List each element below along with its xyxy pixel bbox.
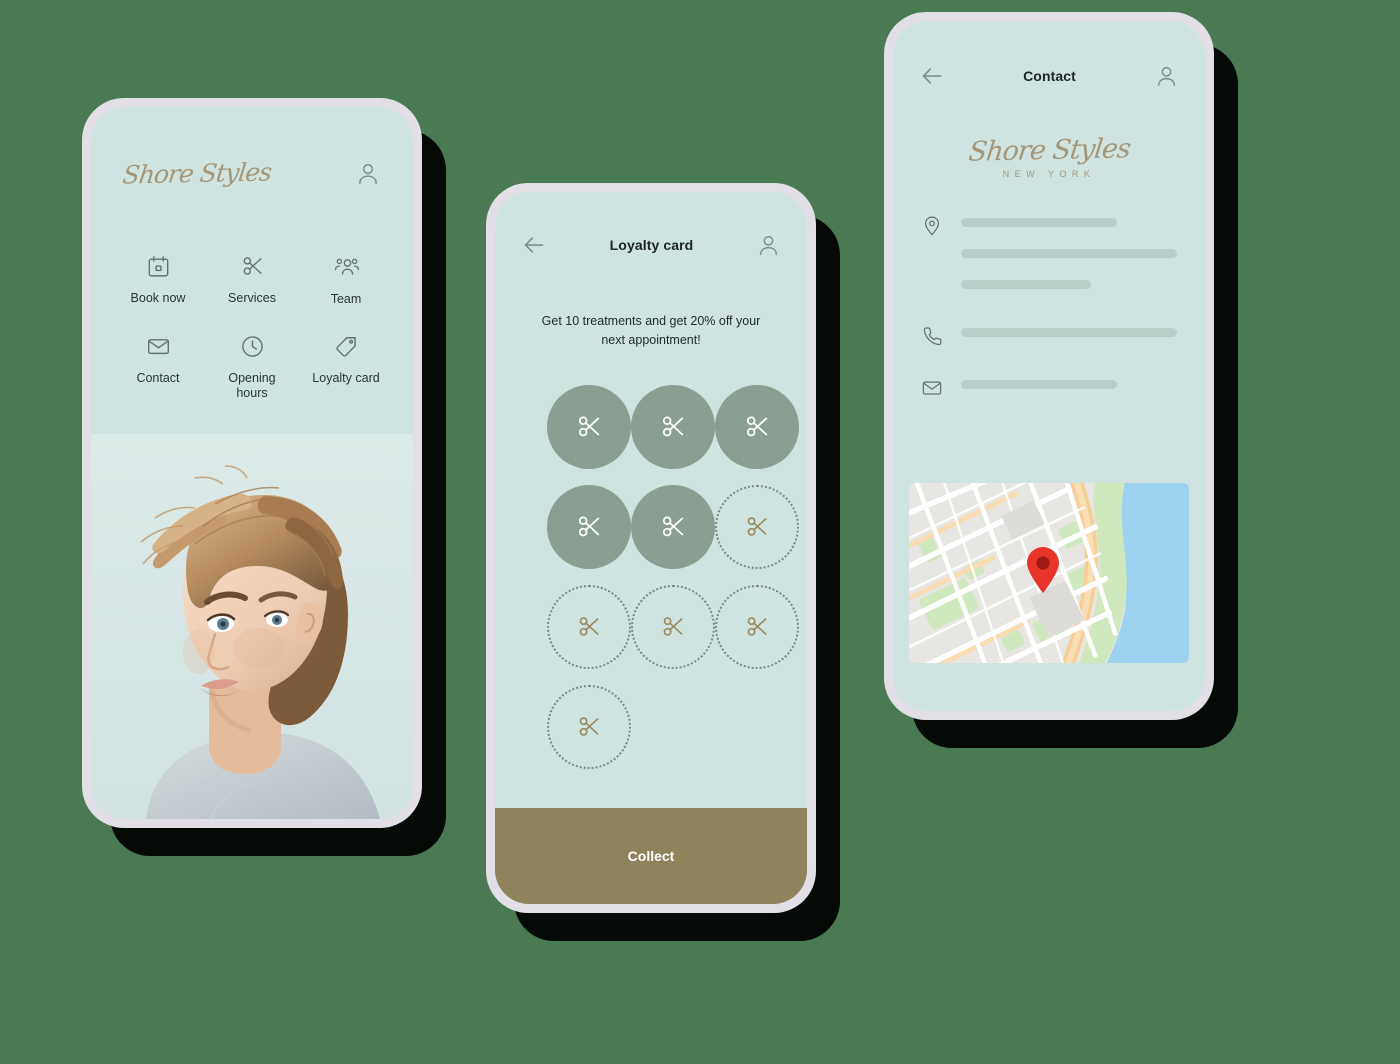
stamp-filled[interactable]	[547, 384, 631, 469]
home-menu-grid: Book now Services Team Contact Opening h…	[91, 188, 413, 402]
back-arrow-icon[interactable]	[919, 63, 945, 89]
location-pin-icon	[921, 213, 943, 289]
stamp-filled[interactable]	[547, 484, 631, 569]
menu-item-team[interactable]: Team	[299, 254, 393, 308]
brand-logo: Shore Styles	[966, 133, 1132, 168]
stamp-filled[interactable]	[631, 484, 715, 569]
phone-loyalty: Loyalty card Get 10 treatments and get 2…	[486, 183, 816, 913]
placeholder-line	[961, 280, 1091, 289]
menu-label: Contact	[136, 370, 180, 385]
home-screen: Shore Styles Book now Services Team Cont…	[91, 107, 413, 819]
menu-item-contact[interactable]: Contact	[111, 334, 205, 402]
user-icon[interactable]	[756, 233, 781, 258]
contact-brand-block: Shore Styles NEW YORK	[893, 107, 1205, 179]
promo-text: Get 10 treatments and get 20% off your n…	[541, 314, 761, 347]
menu-item-services[interactable]: Services	[205, 254, 299, 308]
contact-info-block	[893, 179, 1205, 399]
stamp-empty[interactable]	[715, 584, 799, 669]
menu-item-loyalty-card[interactable]: Loyalty card	[299, 334, 393, 402]
stamp-empty[interactable]	[547, 584, 631, 669]
placeholder-line	[961, 380, 1117, 389]
mockup-stage: Shore Styles Book now Services Team Cont…	[0, 0, 1400, 1064]
loyalty-app-bar: Loyalty card	[495, 214, 807, 276]
home-header: Shore Styles	[91, 107, 413, 190]
placeholder-line	[961, 249, 1177, 258]
stamp-empty[interactable]	[631, 584, 715, 669]
menu-label: Loyalty card	[312, 370, 380, 385]
address-placeholder-lines	[961, 213, 1177, 289]
user-icon[interactable]	[355, 161, 381, 187]
contact-row-phone	[921, 323, 1177, 347]
menu-label: Opening hours	[228, 370, 276, 401]
menu-item-opening-hours[interactable]: Opening hours	[205, 334, 299, 402]
contact-app-bar: Contact	[893, 45, 1205, 107]
phone-placeholder-lines	[961, 323, 1177, 347]
contact-row-address	[921, 213, 1177, 289]
back-arrow-icon[interactable]	[521, 232, 547, 258]
menu-item-book-now[interactable]: Book now	[111, 254, 205, 308]
contact-row-email	[921, 375, 1177, 399]
placeholder-line	[961, 328, 1177, 337]
clock-icon	[240, 334, 265, 359]
map-illustration	[909, 483, 1189, 663]
menu-label: Team	[330, 292, 362, 306]
stamp-grid	[495, 350, 807, 769]
envelope-icon	[146, 334, 171, 359]
page-title: Contact	[1023, 68, 1076, 84]
collect-button[interactable]: Collect	[495, 808, 807, 904]
stamp-filled[interactable]	[631, 384, 715, 469]
phone-contact: Contact Shore Styles NEW YORK	[884, 12, 1214, 720]
phone-home: Shore Styles Book now Services Team Cont…	[82, 98, 422, 828]
loyalty-screen: Loyalty card Get 10 treatments and get 2…	[495, 192, 807, 904]
stamp-filled[interactable]	[715, 384, 799, 469]
stamp-empty[interactable]	[715, 484, 799, 569]
placeholder-line	[961, 218, 1117, 227]
map-preview[interactable]	[909, 483, 1189, 663]
menu-label: Book now	[130, 291, 186, 305]
brand-location: NEW YORK	[1002, 169, 1096, 179]
envelope-icon	[921, 375, 943, 399]
email-placeholder-lines	[961, 375, 1177, 399]
page-title: Loyalty card	[609, 237, 694, 253]
phone-icon	[921, 323, 943, 347]
hero-photo	[91, 434, 413, 819]
brand-logo: Shore Styles	[121, 157, 273, 190]
people-icon	[333, 254, 359, 280]
tag-icon	[334, 334, 359, 359]
user-icon[interactable]	[1154, 64, 1179, 89]
calendar-icon	[146, 254, 171, 279]
contact-screen: Contact Shore Styles NEW YORK	[893, 21, 1205, 711]
menu-label: Services	[228, 291, 276, 305]
stamp-empty[interactable]	[547, 684, 631, 769]
hero-portrait-illustration	[91, 434, 413, 819]
scissors-icon	[240, 254, 265, 279]
